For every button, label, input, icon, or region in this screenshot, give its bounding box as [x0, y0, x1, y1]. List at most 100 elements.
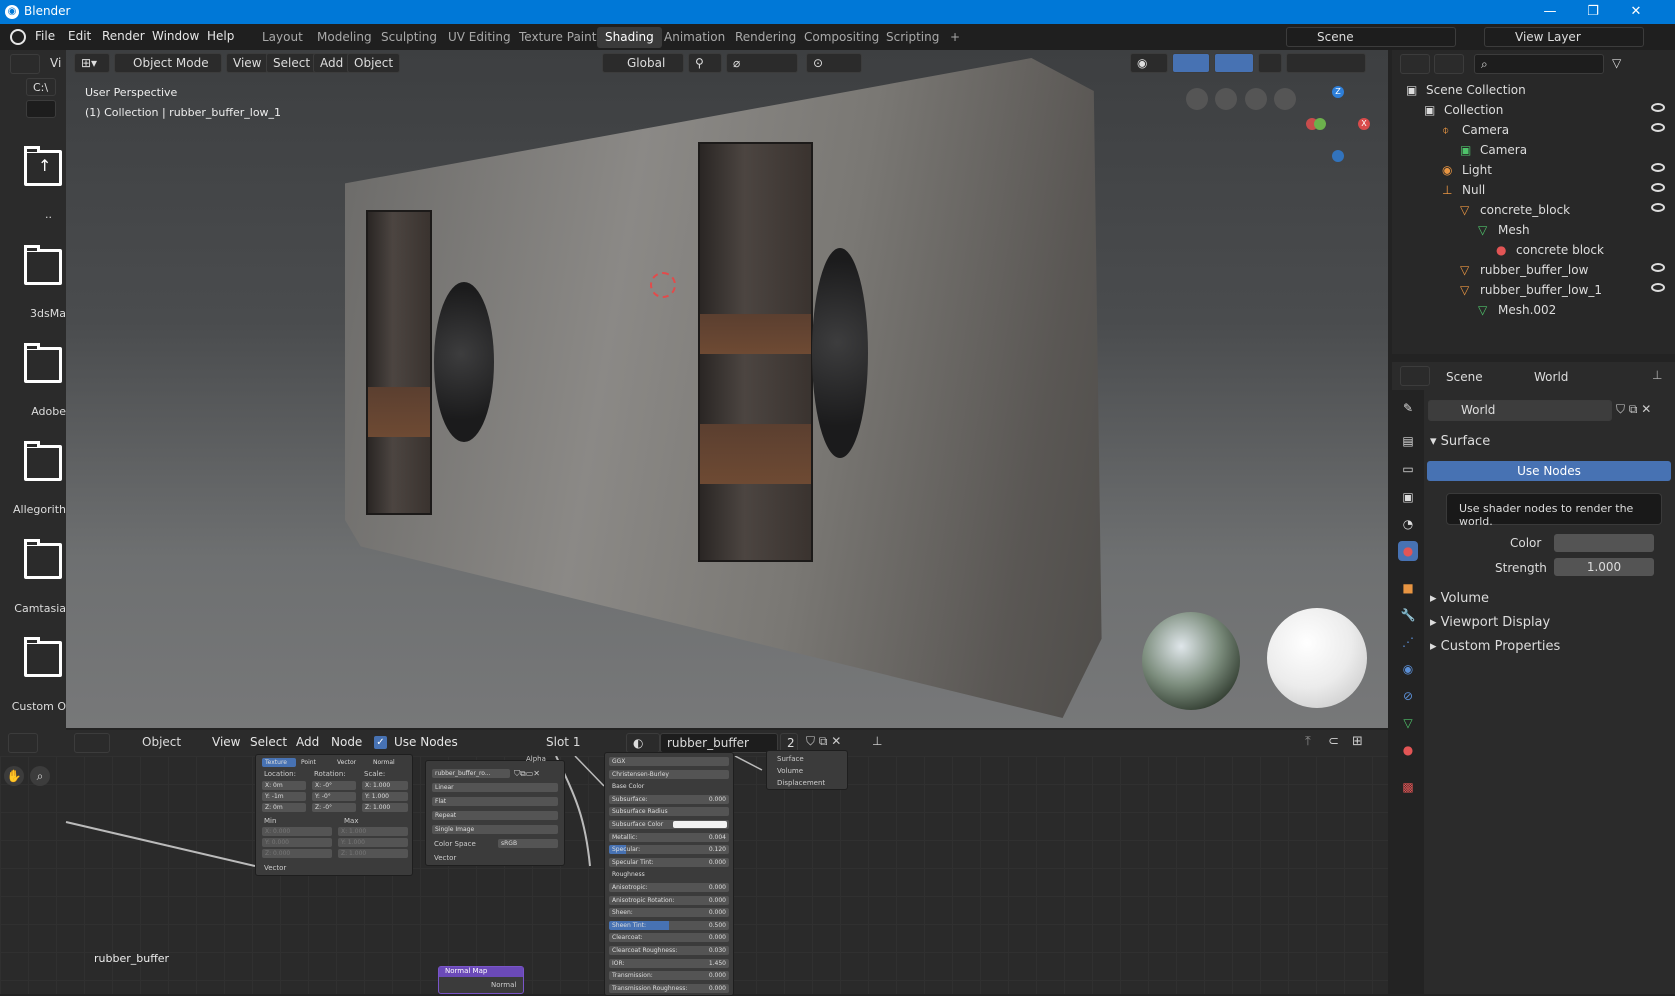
subsurface-color-swatch[interactable]: [673, 821, 727, 828]
blender-menu-icon[interactable]: [10, 29, 26, 45]
bsdf-field[interactable]: Transmission Roughness: 0.000: [609, 983, 729, 993]
scale-z-field[interactable]: Z: 1.000: [362, 803, 408, 812]
outliner-item-label[interactable]: Light: [1462, 163, 1492, 177]
tool-tab-icon[interactable]: ✎: [1398, 398, 1418, 418]
outliner-item-label[interactable]: rubber_buffer_low: [1480, 263, 1588, 277]
material-browse-icon[interactable]: ◐: [626, 733, 660, 753]
object-tab-icon[interactable]: ■: [1398, 578, 1418, 598]
mapping-node[interactable]: Texture Point Vector Normal Location: Ro…: [255, 754, 413, 876]
snap-mode-icon[interactable]: ⊞: [1352, 734, 1363, 749]
fake-user-icon[interactable]: ⛉ ⧉ ✕: [1616, 402, 1651, 417]
filter-icon[interactable]: ▽: [1612, 56, 1632, 72]
render-tab-icon[interactable]: ▤: [1398, 431, 1418, 451]
bsdf-field[interactable]: GGX: [609, 757, 729, 766]
shader-type-icon[interactable]: [74, 733, 110, 753]
menu-window[interactable]: Window: [152, 29, 199, 43]
bsdf-field[interactable]: Base Color: [609, 782, 729, 791]
color-swatch[interactable]: [1554, 534, 1654, 552]
pin-icon[interactable]: ⊥: [872, 734, 882, 748]
bsdf-field[interactable]: Clearcoat Roughness: 0.030: [609, 946, 729, 955]
volume-panel-header[interactable]: ▸ Volume: [1430, 591, 1489, 606]
pan-hand-icon[interactable]: [1245, 88, 1267, 110]
tab-sculpting[interactable]: Sculpting: [373, 27, 445, 48]
outliner-item-label[interactable]: Collection: [1444, 103, 1503, 117]
rotation-z-field[interactable]: Z: -0°: [312, 803, 356, 812]
xray-icon[interactable]: [1258, 53, 1282, 73]
particles-tab-icon[interactable]: ⋰: [1398, 632, 1418, 652]
colorspace-dropdown[interactable]: sRGB: [498, 839, 558, 848]
source-dropdown[interactable]: Single Image: [432, 825, 558, 834]
bsdf-field[interactable]: Transmission: 0.000: [609, 971, 729, 981]
outliner-row[interactable]: ◉ Light: [1392, 160, 1675, 180]
folder-label[interactable]: Allegorith: [0, 503, 66, 516]
view-layer-tab-icon[interactable]: ▣: [1398, 487, 1418, 507]
folder-icon[interactable]: [24, 245, 62, 285]
image-texture-node[interactable]: Alpha rubber_buffer_ro... ⛉⧉▭✕ Linear Fl…: [425, 755, 565, 866]
eye-icon[interactable]: [1651, 283, 1665, 292]
display-mode-icon[interactable]: [1434, 54, 1464, 74]
outliner-row[interactable]: ▽ concrete_block: [1392, 200, 1675, 220]
outliner-row[interactable]: ⌽ Camera: [1392, 120, 1675, 140]
editor-type-icon[interactable]: [8, 733, 38, 753]
eye-icon[interactable]: [1651, 203, 1665, 212]
location-z-field[interactable]: Z: 0m: [262, 803, 306, 812]
eye-icon[interactable]: [1651, 263, 1665, 272]
restore-icon[interactable]: ❐: [1578, 2, 1608, 22]
gizmo-neg-z[interactable]: [1332, 150, 1344, 162]
3d-cursor-icon[interactable]: [650, 272, 676, 298]
editor-type-icon[interactable]: [1400, 366, 1430, 386]
bsdf-field[interactable]: Sheen Tint: 0.500: [609, 920, 729, 930]
mapping-tab-texture[interactable]: Texture: [262, 758, 296, 767]
gizmo-y-axis[interactable]: [1314, 118, 1326, 130]
tab-compositing[interactable]: Compositing: [796, 27, 887, 48]
surface-panel-header[interactable]: ▾ Surface: [1430, 434, 1490, 449]
folder-icon[interactable]: [24, 343, 62, 383]
max-x-field[interactable]: X: 1.000: [338, 827, 408, 836]
normal-map-node[interactable]: Normal Map Normal: [438, 966, 524, 994]
snap-icon[interactable]: ⊂: [1328, 734, 1339, 749]
transform-orientation-dropdown[interactable]: Global: [602, 53, 684, 73]
bsdf-field[interactable]: Specular: 0.120: [609, 845, 729, 855]
menu-add[interactable]: Add: [313, 53, 351, 73]
outliner-item-label[interactable]: rubber_buffer_low_1: [1480, 283, 1602, 297]
menu-object[interactable]: Object: [347, 53, 401, 73]
outliner-item-label[interactable]: Null: [1462, 183, 1485, 197]
interpolation-dropdown[interactable]: Linear: [432, 783, 558, 792]
snap-icon[interactable]: ⌀: [726, 53, 798, 73]
material-output-node[interactable]: Surface Volume Displacement: [766, 750, 848, 790]
slot-dropdown[interactable]: Slot 1: [540, 733, 620, 753]
mapping-tab-vector[interactable]: Vector: [334, 758, 368, 767]
folder-label[interactable]: 3dsMa: [0, 307, 66, 320]
tab-uv-editing[interactable]: UV Editing: [440, 27, 519, 48]
node-menu-view[interactable]: View: [212, 735, 240, 749]
menu-edit[interactable]: Edit: [68, 29, 91, 43]
folder-icon[interactable]: [24, 539, 62, 579]
pivot-icon[interactable]: ⚲: [688, 53, 722, 73]
eye-icon[interactable]: [1651, 183, 1665, 192]
max-y-field[interactable]: Y: 1.000: [338, 838, 408, 847]
use-nodes-button[interactable]: Use Nodes: [1427, 461, 1671, 481]
bsdf-field[interactable]: Subsurface: 0.000: [609, 794, 729, 804]
scale-x-field[interactable]: X: 1.000: [362, 781, 408, 790]
path-field[interactable]: C:\: [26, 78, 56, 96]
custom-properties-panel-header[interactable]: ▸ Custom Properties: [1430, 639, 1560, 654]
outliner-item-label[interactable]: Scene Collection: [1426, 83, 1526, 97]
viewport-display-panel-header[interactable]: ▸ Viewport Display: [1430, 615, 1550, 630]
tab-animation[interactable]: Animation: [656, 27, 733, 48]
rotation-y-field[interactable]: Y: -0°: [312, 792, 356, 801]
parent-folder-icon[interactable]: ↑: [24, 146, 62, 186]
scale-y-field[interactable]: Y: 1.000: [362, 792, 408, 801]
editor-type-icon[interactable]: [10, 54, 40, 74]
eye-icon[interactable]: [1651, 103, 1665, 112]
outliner-item-label[interactable]: concrete block: [1516, 243, 1604, 257]
world-tab-icon[interactable]: ●: [1398, 541, 1418, 561]
max-z-field[interactable]: Z: 1.000: [338, 849, 408, 858]
folder-label[interactable]: Custom O: [0, 700, 66, 713]
tab-shading[interactable]: Shading: [597, 27, 662, 48]
node-menu-add[interactable]: Add: [296, 735, 319, 749]
tab-layout[interactable]: Layout: [254, 27, 311, 48]
mapping-tab-normal[interactable]: Normal: [370, 758, 406, 767]
outliner-item-label[interactable]: Mesh: [1498, 223, 1530, 237]
eye-icon[interactable]: [1651, 163, 1665, 172]
filter-field[interactable]: [26, 100, 56, 118]
